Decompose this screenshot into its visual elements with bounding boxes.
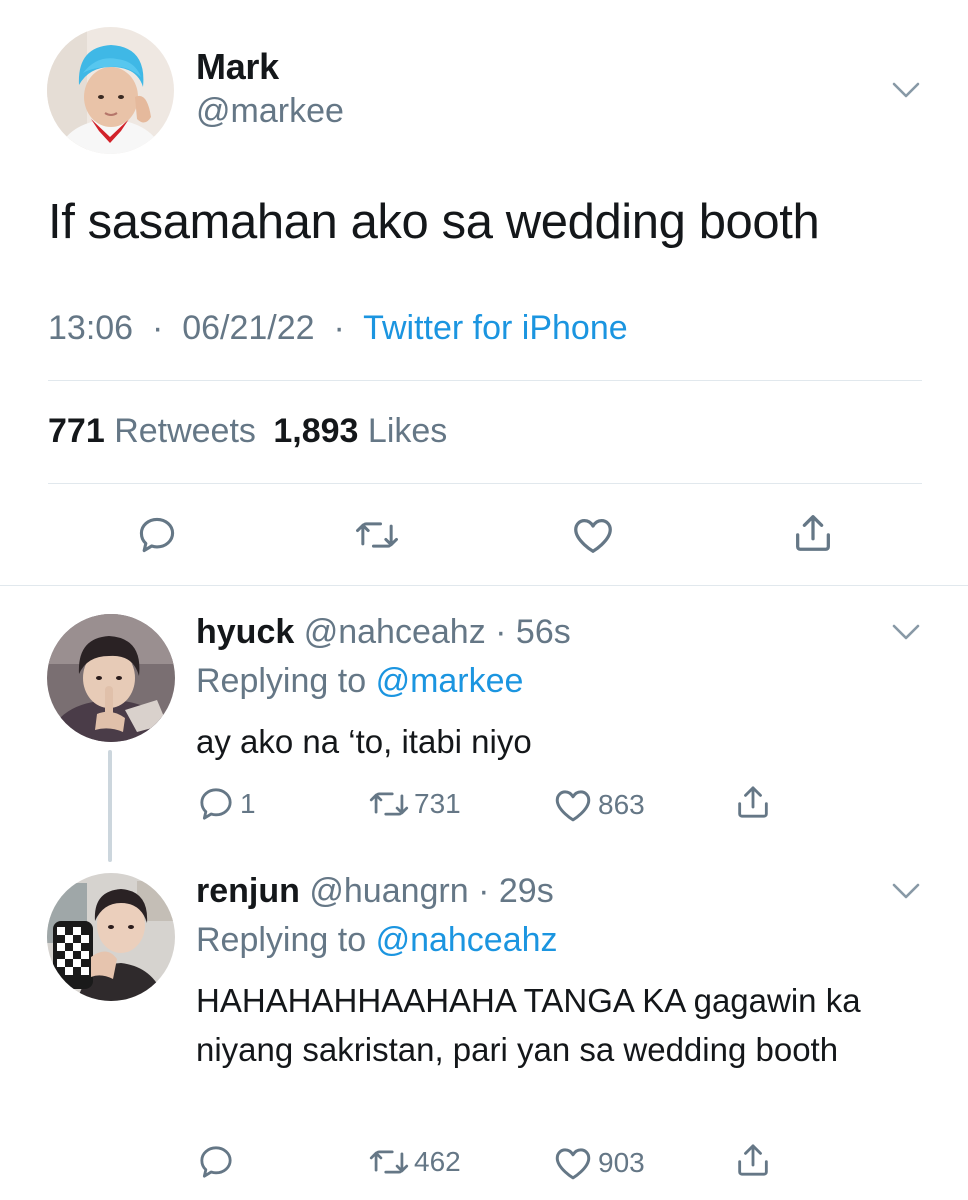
reply-icon[interactable]: [135, 513, 179, 557]
like-action[interactable]: 903: [552, 1142, 645, 1184]
replying-to: Replying to @markee: [196, 662, 523, 701]
reply-icon: [200, 1146, 232, 1178]
share-icon[interactable]: [733, 1140, 777, 1180]
reply-age[interactable]: 56s: [516, 613, 571, 651]
reply-icon: [200, 788, 232, 820]
reply-action[interactable]: [196, 1142, 240, 1182]
tweet-date: 06/21/22: [182, 309, 315, 347]
reply-header: hyuck @nahceahz · 56s: [196, 613, 571, 652]
chevron-down-icon[interactable]: [891, 622, 921, 642]
reply-text: HAHAHAHHAAHAHA TANGA KA gagawin ka niyan…: [196, 982, 861, 1068]
likes-label[interactable]: Likes: [368, 412, 447, 450]
replying-to-label: Replying to: [196, 921, 367, 959]
author-name[interactable]: Mark: [196, 46, 279, 88]
reply-age[interactable]: 29s: [499, 872, 554, 910]
retweet-count: 731: [414, 788, 461, 819]
chevron-down-icon[interactable]: [891, 80, 921, 100]
replying-to-handle[interactable]: @nahceahz: [376, 921, 558, 959]
reply-author-name[interactable]: hyuck: [196, 613, 294, 651]
meta-separator: ·: [142, 309, 173, 347]
like-count: 903: [598, 1147, 645, 1178]
share-icon[interactable]: [733, 782, 777, 822]
replying-to: Replying to @nahceahz: [196, 921, 558, 960]
tweet-text: If sasamahan ako sa wedding booth: [48, 195, 820, 249]
reply-author-name[interactable]: renjun: [196, 872, 300, 910]
like-icon: [555, 790, 591, 822]
like-icon: [555, 1148, 591, 1180]
meta-separator: ·: [468, 872, 499, 910]
thread-line: [108, 750, 112, 862]
share-icon[interactable]: [790, 510, 836, 556]
divider: [48, 483, 922, 484]
reply-text: ay ako na ‘to, itabi niyo: [196, 723, 532, 760]
retweets-count[interactable]: 771: [48, 412, 105, 450]
tweet-source-link[interactable]: Twitter for iPhone: [363, 309, 628, 347]
reply-header: renjun @huangrn · 29s: [196, 872, 554, 911]
retweets-label[interactable]: Retweets: [114, 412, 256, 450]
meta-separator: ·: [324, 309, 355, 347]
like-count: 863: [598, 789, 645, 820]
reply-author-handle[interactable]: @nahceahz: [304, 613, 486, 651]
avatar-hyuck[interactable]: [47, 614, 175, 742]
retweet-icon[interactable]: [354, 513, 400, 557]
retweet-action[interactable]: 731: [368, 784, 461, 824]
meta-separator: ·: [485, 613, 516, 651]
reply-author-handle[interactable]: @huangrn: [309, 872, 468, 910]
like-icon[interactable]: [570, 512, 616, 558]
engagement-counts: 771 Retweets 1,893 Likes: [48, 412, 447, 451]
reply-action[interactable]: 1: [196, 784, 256, 824]
tweet-time: 13:06: [48, 309, 134, 347]
replying-to-label: Replying to: [196, 662, 367, 700]
retweet-count: 462: [414, 1146, 461, 1177]
author-handle[interactable]: @markee: [196, 92, 344, 131]
avatar-renjun[interactable]: [47, 873, 175, 1001]
like-action[interactable]: 863: [552, 784, 645, 826]
divider: [0, 585, 968, 586]
tweet-meta: 13:06 · 06/21/22 · Twitter for iPhone: [48, 309, 628, 348]
reply-count: 1: [240, 788, 256, 819]
retweet-icon: [369, 1150, 409, 1174]
divider: [48, 380, 922, 381]
avatar-mark[interactable]: [47, 27, 174, 154]
likes-count[interactable]: 1,893: [273, 412, 358, 450]
retweet-action[interactable]: 462: [368, 1142, 461, 1182]
chevron-down-icon[interactable]: [891, 881, 921, 901]
retweet-icon: [369, 792, 409, 816]
replying-to-handle[interactable]: @markee: [376, 662, 524, 700]
